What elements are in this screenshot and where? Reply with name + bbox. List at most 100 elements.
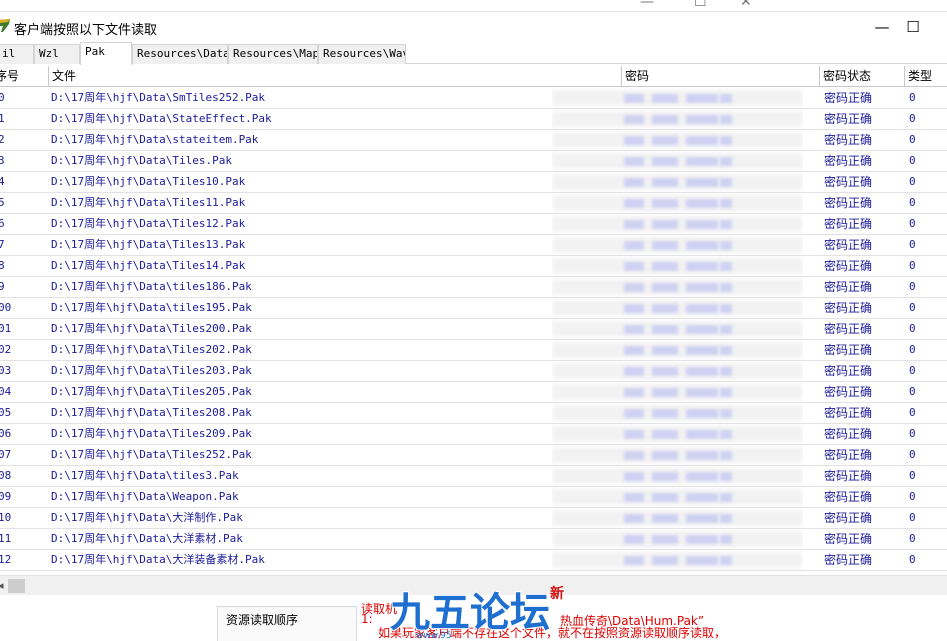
table-row[interactable]: 06 D:\17周年\hjf\Data\Tiles209.Pak 密码正确 0 [0, 424, 947, 445]
row-password-status: 密码正确 [824, 490, 873, 504]
row-file-path: D:\17周年\hjf\Data\Weapon.Pak [51, 490, 239, 503]
table-row[interactable]: 7 D:\17周年\hjf\Data\Tiles13.Pak 密码正确 0 [0, 235, 947, 256]
row-index: 4 [0, 175, 5, 188]
row-file-path: D:\17周年\hjf\Data\SmTiles252.Pak [51, 91, 266, 104]
row-password-status: 密码正确 [824, 364, 873, 378]
scrollbar-thumb[interactable] [8, 579, 25, 593]
row-type: 0 [909, 406, 916, 419]
row-password-status: 密码正确 [824, 511, 873, 525]
table-row[interactable]: 5 D:\17周年\hjf\Data\Tiles11.Pak 密码正确 0 [0, 193, 947, 214]
row-password-redacted [552, 508, 803, 528]
row-index: 07 [0, 448, 12, 461]
row-file-path: D:\17周年\hjf\Data\Tiles208.Pak [51, 406, 252, 419]
row-type: 0 [909, 343, 916, 356]
column-header-status[interactable]: 密码状态 [820, 66, 905, 87]
row-file-path: D:\17周年\hjf\Data\Tiles13.Pak [51, 238, 246, 251]
table-row[interactable]: 05 D:\17周年\hjf\Data\Tiles208.Pak 密码正确 0 [0, 403, 947, 424]
row-file-path: D:\17周年\hjf\Data\大洋装备素材.Pak [51, 553, 265, 566]
row-type: 0 [909, 196, 916, 209]
row-index: 00 [0, 301, 12, 314]
row-index: 9 [0, 280, 5, 293]
list-header: 序号 文件 密码 密码状态 类型 [0, 66, 947, 87]
row-password-redacted [552, 466, 803, 486]
table-row[interactable]: 1 D:\17周年\hjf\Data\StateEffect.Pak 密码正确 0 [0, 109, 947, 130]
parent-maximize-icon: ☐ [694, 0, 707, 10]
minimize-icon: — [874, 18, 890, 36]
table-row[interactable]: 10 D:\17周年\hjf\Data\大洋制作.Pak 密码正确 0 [0, 508, 947, 529]
table-row[interactable]: 00 D:\17周年\hjf\Data\tiles195.Pak 密码正确 0 [0, 298, 947, 319]
row-index: 09 [0, 490, 12, 503]
table-row[interactable]: 3 D:\17周年\hjf\Data\Tiles.Pak 密码正确 0 [0, 151, 947, 172]
row-password-status: 密码正确 [824, 280, 873, 294]
row-password-redacted [552, 424, 803, 444]
table-row[interactable]: 12 D:\17周年\hjf\Data\大洋装备素材.Pak 密码正确 0 [0, 550, 947, 571]
scroll-left-icon[interactable]: ◂ [0, 579, 4, 592]
table-row[interactable]: 04 D:\17周年\hjf\Data\Tiles205.Pak 密码正确 0 [0, 382, 947, 403]
row-password-status: 密码正确 [824, 91, 873, 105]
row-password-redacted [552, 340, 803, 360]
row-password-redacted [552, 403, 803, 423]
row-password-status: 密码正确 [824, 427, 873, 441]
row-file-path: D:\17周年\hjf\Data\Tiles202.Pak [51, 343, 252, 356]
table-row[interactable]: 4 D:\17周年\hjf\Data\Tiles10.Pak 密码正确 0 [0, 172, 947, 193]
table-row[interactable]: 9 D:\17周年\hjf\Data\tiles186.Pak 密码正确 0 [0, 277, 947, 298]
table-row[interactable]: 6 D:\17周年\hjf\Data\Tiles12.Pak 密码正确 0 [0, 214, 947, 235]
table-row[interactable]: 11 D:\17周年\hjf\Data\大洋素材.Pak 密码正确 0 [0, 529, 947, 550]
row-password-redacted [552, 130, 803, 150]
row-password-redacted [552, 487, 803, 507]
row-type: 0 [909, 490, 916, 503]
table-row[interactable]: 09 D:\17周年\hjf\Data\Weapon.Pak 密码正确 0 [0, 487, 947, 508]
tab-resources-wav[interactable]: Resources\Wav [318, 44, 406, 64]
row-password-redacted [552, 298, 803, 318]
row-password-redacted [552, 193, 803, 213]
row-index: 2 [0, 133, 5, 146]
table-row[interactable]: 08 D:\17周年\hjf\Data\tiles3.Pak 密码正确 0 [0, 466, 947, 487]
row-type: 0 [909, 217, 916, 230]
table-row[interactable]: 2 D:\17周年\hjf\Data\stateitem.Pak 密码正确 0 [0, 130, 947, 151]
row-type: 0 [909, 553, 916, 566]
row-index: 02 [0, 343, 12, 356]
row-file-path: D:\17周年\hjf\Data\Tiles252.Pak [51, 448, 252, 461]
row-password-redacted [552, 529, 803, 549]
tab-resources-data[interactable]: Resources\Data [132, 44, 228, 64]
row-index: 7 [0, 238, 5, 251]
row-index: 11 [0, 532, 12, 545]
table-row[interactable]: 01 D:\17周年\hjf\Data\Tiles200.Pak 密码正确 0 [0, 319, 947, 340]
row-type: 0 [909, 280, 916, 293]
row-password-status: 密码正确 [824, 322, 873, 336]
tab-pak[interactable]: Pak [80, 42, 132, 65]
file-list-view[interactable]: 序号 文件 密码 密码状态 类型 0 D:\17周年\hjf\Data\SmTil… [0, 66, 947, 574]
row-password-status: 密码正确 [824, 553, 873, 567]
row-file-path: D:\17周年\hjf\Data\Tiles10.Pak [51, 175, 246, 188]
watermark-badge: 新 [550, 585, 564, 602]
row-file-path: D:\17周年\hjf\Data\Tiles14.Pak [51, 259, 246, 272]
row-index: 5 [0, 196, 5, 209]
row-password-redacted [552, 256, 803, 276]
maximize-button[interactable]: ☐ [890, 12, 936, 42]
table-row[interactable]: 8 D:\17周年\hjf\Data\Tiles14.Pak 密码正确 0 [0, 256, 947, 277]
table-row[interactable]: 07 D:\17周年\hjf\Data\Tiles252.Pak 密码正确 0 [0, 445, 947, 466]
row-password-status: 密码正确 [824, 301, 873, 315]
row-password-redacted [552, 172, 803, 192]
row-type: 0 [909, 154, 916, 167]
row-file-path: D:\17周年\hjf\Data\Tiles203.Pak [51, 364, 252, 377]
table-row[interactable]: 03 D:\17周年\hjf\Data\Tiles203.Pak 密码正确 0 [0, 361, 947, 382]
column-header-file[interactable]: 文件 [49, 66, 622, 87]
table-row[interactable]: 02 D:\17周年\hjf\Data\Tiles202.Pak 密码正确 0 [0, 340, 947, 361]
tab-resources-map[interactable]: Resources\Map [228, 44, 318, 64]
column-header-password[interactable]: 密码 [622, 66, 820, 87]
tab-wil[interactable]: il [0, 44, 34, 64]
table-row[interactable]: 0 D:\17周年\hjf\Data\SmTiles252.Pak 密码正确 0 [0, 88, 947, 109]
row-password-redacted [552, 277, 803, 297]
row-password-status: 密码正确 [824, 448, 873, 462]
row-type: 0 [909, 532, 916, 545]
column-header-type[interactable]: 类型 [905, 66, 947, 87]
resource-order-label: 资源读取顺序 [226, 613, 299, 627]
row-index: 08 [0, 469, 12, 482]
row-type: 0 [909, 175, 916, 188]
row-password-status: 密码正确 [824, 469, 873, 483]
row-index: 12 [0, 553, 12, 566]
column-header-index[interactable]: 序号 [0, 66, 49, 87]
row-index: 3 [0, 154, 5, 167]
tab-wzl[interactable]: Wzl [34, 44, 80, 64]
